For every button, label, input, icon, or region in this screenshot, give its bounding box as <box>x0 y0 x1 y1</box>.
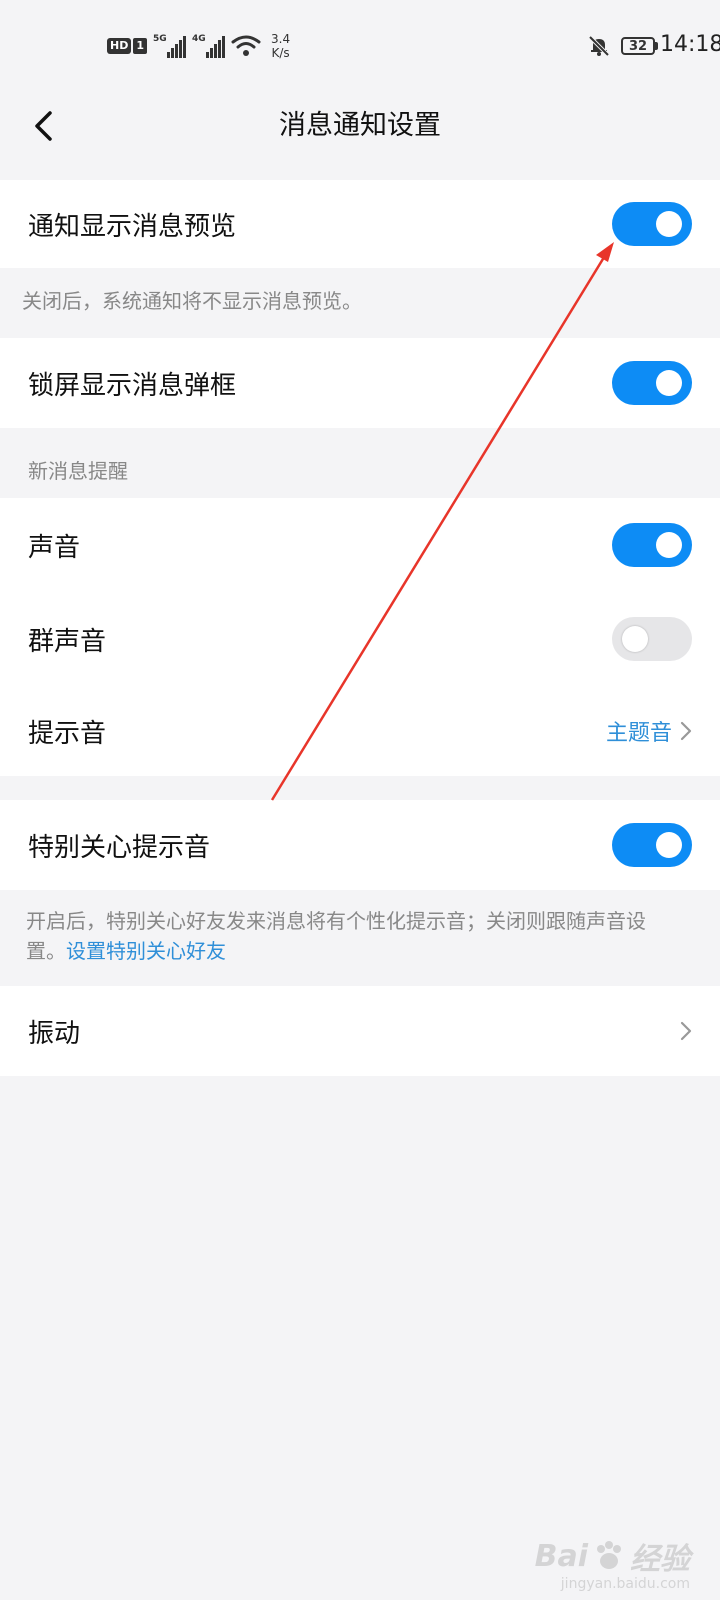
watermark-site: jingyan.baidu.com <box>560 1576 690 1592</box>
page-title: 消息通知设置 <box>279 110 441 141</box>
tone-selector[interactable]: 主题音 <box>606 715 692 747</box>
toggle-preview[interactable] <box>612 202 692 246</box>
toggle-sound[interactable] <box>612 523 692 567</box>
signal-4g-icon: 4G <box>192 34 225 58</box>
hd-label: HD <box>107 38 132 54</box>
baidu-watermark: Bai 经验 jingyan.baidu.com <box>534 1534 690 1593</box>
paw-icon <box>597 1541 621 1569</box>
status-left: HD 1 5G 4G 3.4 K/s <box>107 30 290 62</box>
signal-5g-icon: 5G <box>153 34 186 58</box>
special-tone-hint: 开启后，特别关心好友发来消息将有个性化提示音；关闭则跟随声音设置。设置特别关心好… <box>26 909 646 963</box>
setting-label-preview: 通知显示消息预览 <box>28 211 237 242</box>
setting-row-tone[interactable]: 提示音 主题音 <box>0 686 720 776</box>
battery-level: 32 <box>621 37 655 55</box>
clock: 14:18 <box>660 32 720 57</box>
preview-hint: 关闭后，系统通知将不显示消息预览。 <box>22 289 362 313</box>
battery-icon: 32 <box>621 37 658 55</box>
sim-label: 1 <box>133 38 147 54</box>
watermark-logo-tail: 经验 <box>630 1542 690 1577</box>
status-bar: HD 1 5G 4G 3.4 K/s 32 14:18 <box>0 0 720 90</box>
tone-value: 主题音 <box>605 721 672 746</box>
setting-label-lockscreen: 锁屏显示消息弹框 <box>28 370 237 401</box>
chevron-right-icon <box>680 721 692 741</box>
chevron-right-icon[interactable] <box>680 1021 692 1041</box>
setting-row-lockscreen: 锁屏显示消息弹框 <box>0 338 720 428</box>
setting-label-sound: 声音 <box>28 532 81 563</box>
setting-label-special-tone: 特别关心提示音 <box>28 832 211 863</box>
setting-label-vibration: 振动 <box>28 1018 81 1049</box>
setting-label-group-sound: 群声音 <box>28 626 107 657</box>
bell-muted-icon <box>588 35 610 57</box>
toggle-group-sound[interactable] <box>612 617 692 661</box>
hd-badge: HD 1 <box>107 38 147 54</box>
chevron-left-icon <box>35 111 52 141</box>
toggle-lockscreen[interactable] <box>612 361 692 405</box>
setting-label-tone: 提示音 <box>28 718 107 749</box>
setting-row-group-sound: 群声音 <box>0 592 720 686</box>
setting-row-vibration[interactable]: 振动 <box>0 986 720 1076</box>
setting-row-preview: 通知显示消息预览 <box>0 180 720 268</box>
wifi-icon <box>231 35 261 56</box>
back-button[interactable] <box>24 102 64 150</box>
network-speed: 3.4 K/s <box>271 32 291 60</box>
setting-row-sound: 声音 <box>0 498 720 592</box>
special-care-friends-link[interactable]: 设置特别关心好友 <box>66 939 226 963</box>
setting-row-special-tone: 特别关心提示音 <box>0 800 720 890</box>
watermark-logo: Bai <box>534 1538 588 1574</box>
status-right: 32 14:18 <box>587 30 720 62</box>
title-bar: 消息通知设置 <box>0 90 720 162</box>
section-header-new-message: 新消息提醒 <box>28 459 128 483</box>
toggle-special-tone[interactable] <box>612 823 692 867</box>
